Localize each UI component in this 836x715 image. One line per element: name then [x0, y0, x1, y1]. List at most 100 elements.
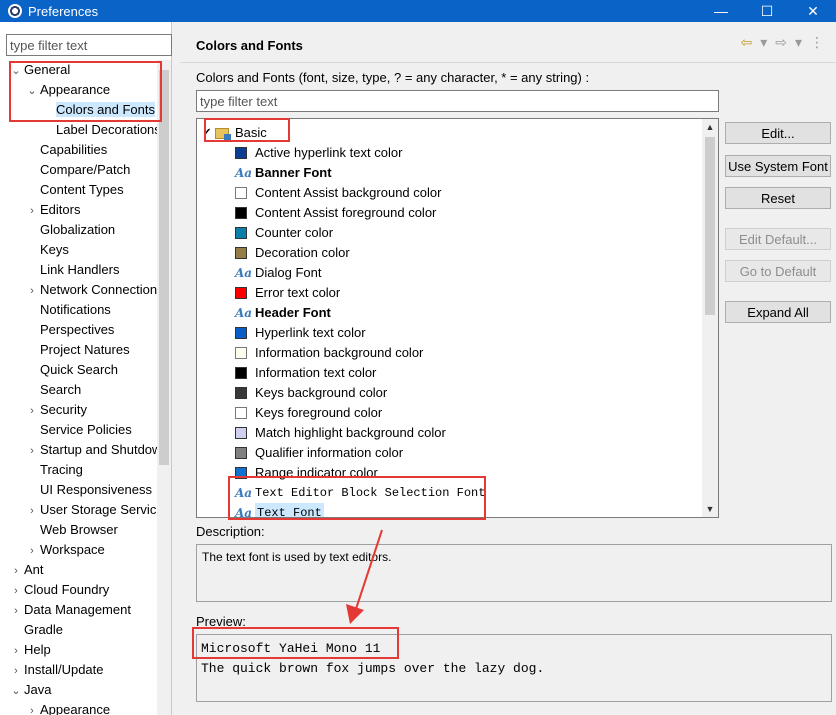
category-label: Basic [235, 125, 267, 140]
list-item[interactable]: Aa Text Font [235, 503, 324, 517]
tree-item[interactable]: › Appearance [24, 700, 110, 715]
chevron-right-icon[interactable]: › [24, 701, 40, 715]
tree-item[interactable]: › Data Management [8, 600, 131, 620]
list-item[interactable]: Aa Header Font [235, 303, 331, 323]
tree-item[interactable]: › User Storage Service [24, 500, 157, 520]
chevron-down-icon[interactable]: ⌄ [8, 681, 24, 701]
scrollbar-thumb[interactable] [159, 70, 169, 465]
tree-scrollbar[interactable] [157, 60, 171, 715]
tree-item-label: Install/Update [24, 662, 104, 677]
tree-item[interactable]: ⌄ Appearance [24, 80, 110, 100]
minimize-button[interactable]: — [698, 0, 744, 22]
list-item[interactable]: Content Assist foreground color [235, 203, 436, 223]
filter-input[interactable]: type filter text [6, 34, 172, 56]
chevron-right-icon[interactable]: › [8, 581, 24, 601]
tree-item[interactable]: › Editors [24, 200, 80, 220]
tree-item[interactable]: Tracing [24, 460, 83, 480]
list-item[interactable]: Keys foreground color [235, 403, 382, 423]
chevron-right-icon[interactable]: › [24, 401, 40, 421]
tree-item[interactable]: Globalization [24, 220, 115, 240]
tree-item[interactable]: › Cloud Foundry [8, 580, 109, 600]
chevron-right-icon[interactable]: › [24, 201, 40, 221]
list-scrollbar[interactable]: ▲ ▼ [702, 119, 718, 517]
chevron-down-icon[interactable]: ⌄ [8, 61, 24, 81]
chevron-right-icon[interactable]: › [24, 541, 40, 561]
close-button[interactable]: ✕ [790, 0, 836, 22]
tree-item[interactable]: Content Types [24, 180, 124, 200]
list-item[interactable]: Aa Text Editor Block Selection Font [235, 483, 485, 503]
color-swatch-icon [235, 287, 247, 299]
list-item[interactable]: Hyperlink text color [235, 323, 366, 343]
tree-item[interactable]: Colors and Fonts [40, 100, 155, 120]
tree-item[interactable]: Web Browser [24, 520, 118, 540]
tree-item[interactable]: Quick Search [24, 360, 118, 380]
chevron-right-icon[interactable]: › [24, 441, 40, 461]
tree-item-label: Service Policies [40, 422, 132, 437]
use-system-font-button[interactable]: Use System Font [725, 155, 831, 177]
list-item[interactable]: Aa Dialog Font [235, 263, 321, 283]
tree-item[interactable]: Label Decorations [40, 120, 157, 140]
chevron-right-icon[interactable]: › [8, 661, 24, 681]
tree-item[interactable]: › Startup and Shutdown [24, 440, 157, 460]
list-item[interactable]: Keys background color [235, 383, 387, 403]
view-menu-icon[interactable]: ⋮ [810, 34, 824, 51]
list-item[interactable]: Information background color [235, 343, 423, 363]
forward-menu-icon[interactable]: ▾ [795, 34, 802, 51]
tree-item[interactable]: Capabilities [24, 140, 107, 160]
tree-item[interactable]: › Security [24, 400, 87, 420]
scroll-up-icon[interactable]: ▲ [702, 119, 718, 135]
maximize-button[interactable]: ☐ [744, 0, 790, 22]
tree-item[interactable]: UI Responsiveness [24, 480, 152, 500]
list-item[interactable]: Information text color [235, 363, 376, 383]
divider [180, 62, 836, 63]
eclipse-icon [8, 4, 22, 18]
tree-item[interactable]: › Help [8, 640, 51, 660]
tree-item[interactable]: ⌄ General [8, 60, 70, 80]
chevron-down-icon[interactable]: ✔ [203, 123, 215, 143]
colors-fonts-tree: ✔ Basic Active hyperlink text color Aa Ban… [196, 118, 719, 518]
chevron-right-icon[interactable]: › [8, 561, 24, 581]
chevron-right-icon[interactable]: › [8, 601, 24, 621]
list-item[interactable]: Active hyperlink text color [235, 143, 402, 163]
tree-item[interactable]: Service Policies [24, 420, 132, 440]
chevron-right-icon[interactable]: › [8, 641, 24, 661]
tree-item[interactable]: Notifications [24, 300, 111, 320]
tree-item-label: Cloud Foundry [24, 582, 110, 597]
chevron-down-icon[interactable]: ⌄ [24, 81, 40, 101]
list-item[interactable]: Decoration color [235, 243, 350, 263]
list-item[interactable]: Match highlight background color [235, 423, 446, 443]
tree-item[interactable]: Gradle [8, 620, 63, 640]
tree-item[interactable]: Compare/Patch [24, 160, 130, 180]
color-swatch-icon [235, 447, 247, 459]
back-menu-icon[interactable]: ▾ [760, 34, 767, 51]
tree-item[interactable]: Perspectives [24, 320, 114, 340]
colors-filter-input[interactable]: type filter text [196, 90, 719, 112]
list-item[interactable]: Range indicator color [235, 463, 378, 483]
expand-all-button[interactable]: Expand All [725, 301, 831, 323]
reset-button[interactable]: Reset [725, 187, 831, 209]
list-item[interactable]: Counter color [235, 223, 333, 243]
list-item[interactable]: Qualifier information color [235, 443, 403, 463]
tree-item[interactable]: › Network Connections [24, 280, 157, 300]
tree-item[interactable]: Project Natures [24, 340, 130, 360]
tree-item[interactable]: › Install/Update [8, 660, 104, 681]
tree-item[interactable]: ⌄ Java [8, 680, 51, 700]
edit-default-button[interactable]: Edit Default... [725, 228, 831, 250]
list-item[interactable]: Error text color [235, 283, 340, 303]
tree-item[interactable]: Search [24, 380, 81, 400]
tree-item[interactable]: › Ant [8, 560, 43, 581]
list-item[interactable]: Content Assist background color [235, 183, 441, 203]
tree-item[interactable]: › Workspace [24, 540, 105, 560]
forward-arrow-icon[interactable]: ⇨ [775, 34, 787, 51]
edit-button[interactable]: Edit... [725, 122, 831, 144]
go-to-default-button[interactable]: Go to Default [725, 260, 831, 282]
tree-item[interactable]: Keys [24, 240, 69, 260]
tree-item[interactable]: Link Handlers [24, 260, 120, 280]
scrollbar-thumb[interactable] [705, 137, 715, 315]
chevron-right-icon[interactable]: › [24, 281, 40, 301]
category-basic[interactable]: ✔ Basic [203, 123, 267, 143]
scroll-down-icon[interactable]: ▼ [702, 501, 718, 517]
back-arrow-icon[interactable]: ⇦ [740, 34, 752, 51]
chevron-right-icon[interactable]: › [24, 501, 40, 521]
list-item[interactable]: Aa Banner Font [235, 163, 332, 183]
